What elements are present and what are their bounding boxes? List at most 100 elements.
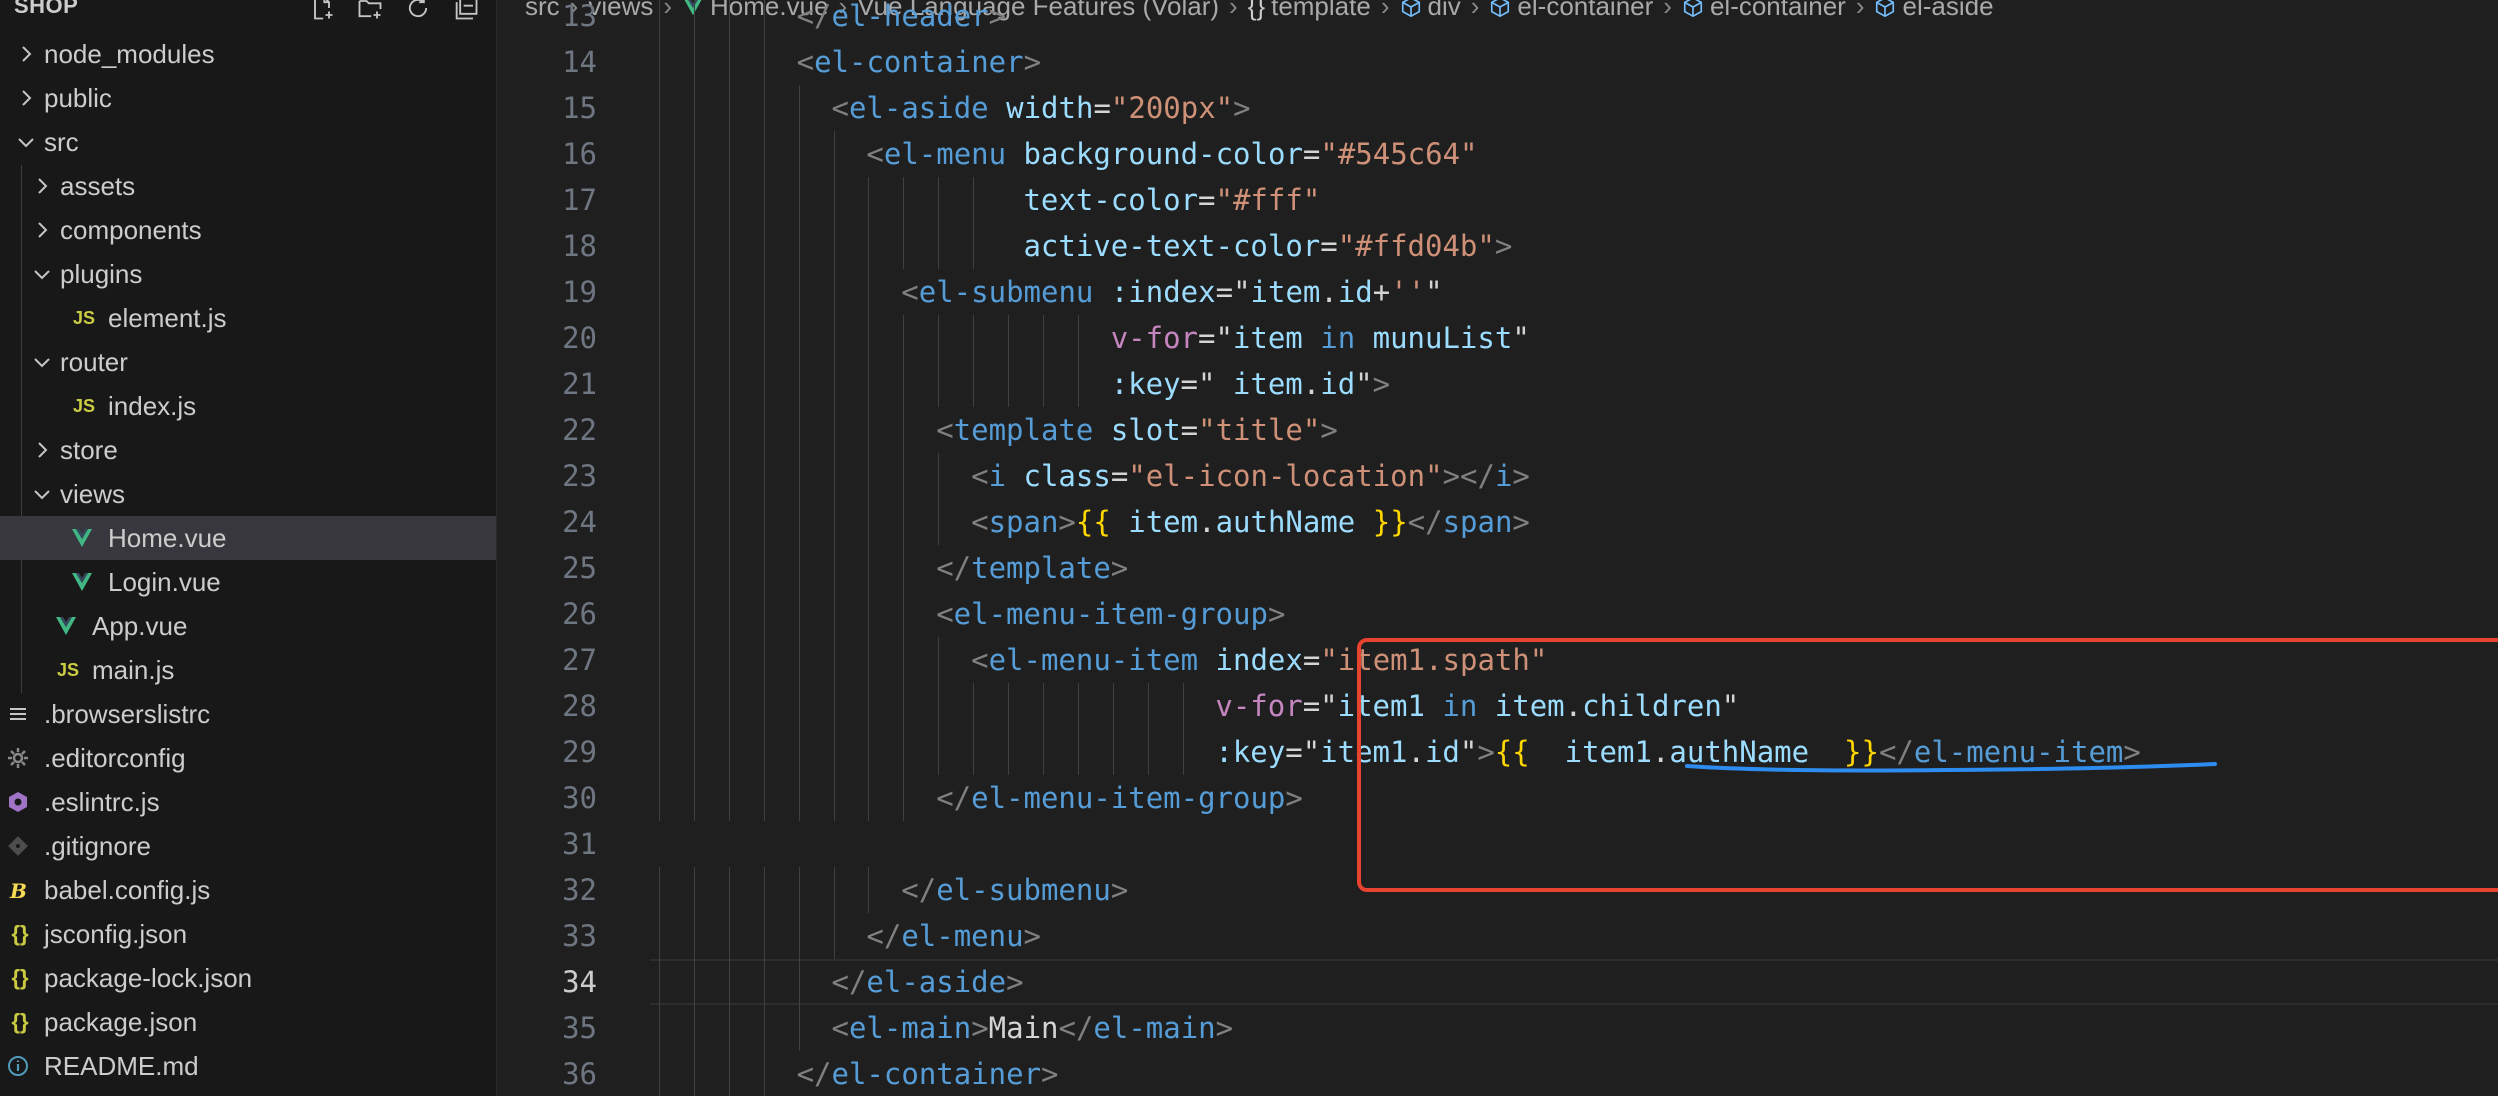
code-token: = [1320,229,1338,263]
file-package-json[interactable]: {} package.json [0,1000,496,1044]
indent-guide [868,361,870,407]
code-token: "200px" [1110,91,1234,125]
file-gitignore[interactable]: .gitignore [0,824,496,868]
indent-guide [868,729,870,775]
code-line[interactable]: 25 </template> [497,545,2498,591]
code-line[interactable]: 21:key=" item.id"> [497,361,2498,407]
code-line[interactable]: 19 <el-submenu :index="item.id+''" [497,269,2498,315]
indent-guide [728,361,730,407]
code-line[interactable]: 33 </el-menu> [497,913,2498,959]
code-token: item [1232,367,1303,401]
folder-assets[interactable]: assets [0,164,496,208]
file-eslintrc-js[interactable]: .eslintrc.js [0,780,496,824]
folder-plugins[interactable]: plugins [0,252,496,296]
code-text: <el-menu background-color="#545c64" [866,131,1477,177]
code-line[interactable]: 20 v-for="item in munuList" [497,315,2498,361]
indent-guide [798,361,800,407]
code-token: > [1110,551,1129,585]
folder-src[interactable]: src [0,120,496,164]
file-package-lock-json[interactable]: {} package-lock.json [0,956,496,1000]
new-file-icon[interactable] [308,0,336,22]
file-babel-config-js[interactable]: Bbabel.config.js [0,868,496,912]
line-number: 13 [562,0,597,33]
file-index-js[interactable]: JS index.js [0,384,496,428]
folder-router[interactable]: router [0,340,496,384]
tree-item-label: Login.vue [108,567,221,597]
line-number: 32 [562,873,597,907]
code-token: > [1215,1011,1234,1045]
file-element-js[interactable]: JS element.js [0,296,496,340]
line-number: 36 [562,1057,597,1091]
indent-guide [903,775,905,821]
indent-guide [693,131,695,177]
tree-item-label: router [60,347,128,377]
code-token: < [796,45,815,79]
new-folder-icon[interactable] [356,0,384,22]
file-main-js[interactable]: JS main.js [0,648,496,692]
code-line[interactable]: 14 <el-container> [497,39,2498,85]
code-token: item [1250,275,1321,309]
code-line[interactable]: 34 </el-aside> [497,959,2498,1005]
folder-public[interactable]: public [0,76,496,120]
code-token: < [971,459,989,493]
indent-guide [798,177,800,223]
indent-guide [833,867,835,913]
file-home-vue[interactable]: Home.vue [0,516,496,560]
folder-views[interactable]: views [0,472,496,516]
code-token: > [1285,781,1303,815]
indent-guide [763,269,765,315]
indent-guide [728,867,730,913]
code-line[interactable]: 16 <el-menu background-color="#545c64" [497,131,2498,177]
indent-guide [833,223,835,269]
code-line[interactable]: 26 <el-menu-item-group> [497,591,2498,637]
code-token: el-container [831,1057,1042,1091]
indent-guide [1077,361,1079,407]
code-line[interactable]: 35 <el-main>Main</el-main> [497,1005,2498,1051]
code-line[interactable]: 13 </el-header> [497,0,2498,39]
file-browserslistrc[interactable]: .browserslistrc [0,692,496,736]
refresh-icon[interactable] [404,0,432,22]
code-token: > [971,1011,989,1045]
indent-guide [763,499,765,545]
indent-guide [798,775,800,821]
code-text: active-text-color="#ffd04b"> [1023,223,1512,269]
file-app-vue[interactable]: App.vue [0,604,496,648]
file-login-vue[interactable]: Login.vue [0,560,496,604]
file-editorconfig[interactable]: .editorconfig [0,736,496,780]
code-token: + [1372,275,1391,309]
file-jsconfig-json[interactable]: {} jsconfig.json [0,912,496,956]
code-line[interactable]: 23 <i class="el-icon-location"></i> [497,453,2498,499]
file-readme-md[interactable]: README.md [0,1044,496,1088]
indent-guide [938,637,940,683]
code-editor[interactable]: 13 </el-header> 14 <el-container> 15 <el-asid… [497,0,2498,1096]
chevron-down-icon [30,350,54,374]
code-token: Main [988,1011,1059,1045]
indent-guide [659,913,660,959]
indent-guide [833,131,835,177]
code-line[interactable]: 36 </el-container> [497,1051,2498,1096]
code-text: v-for="item in munuList" [1111,315,1530,361]
code-text: :key=" item.id"> [1111,361,1390,407]
folder-node-modules[interactable]: node_modules [0,32,496,76]
folder-components[interactable]: components [0,208,496,252]
code-token: authName [1215,505,1356,539]
code-token: > [1023,45,1042,79]
indent-guide [798,269,800,315]
collapse-all-icon[interactable] [452,0,480,22]
folder-store[interactable]: store [0,428,496,472]
tree-item-label: element.js [108,303,227,333]
indent-guide [763,913,765,959]
code-line[interactable]: 17 text-color="#fff" [497,177,2498,223]
tree-item-label: components [60,215,202,245]
code-line[interactable]: 24 <span>{{ item.authName }}</span> [497,499,2498,545]
code-line[interactable]: 15 <el-aside width="200px"> [497,85,2498,131]
indent-guide [868,177,870,223]
code-token: text-color [1023,183,1199,217]
code-line[interactable]: 18 active-text-color="#ffd04b"> [497,223,2498,269]
code-token: </ [796,0,832,33]
code-text: <template slot="title"> [936,407,1338,453]
indent-guide [693,1051,695,1096]
code-token: </ [866,919,902,953]
code-line[interactable]: 22 <template slot="title"> [497,407,2498,453]
